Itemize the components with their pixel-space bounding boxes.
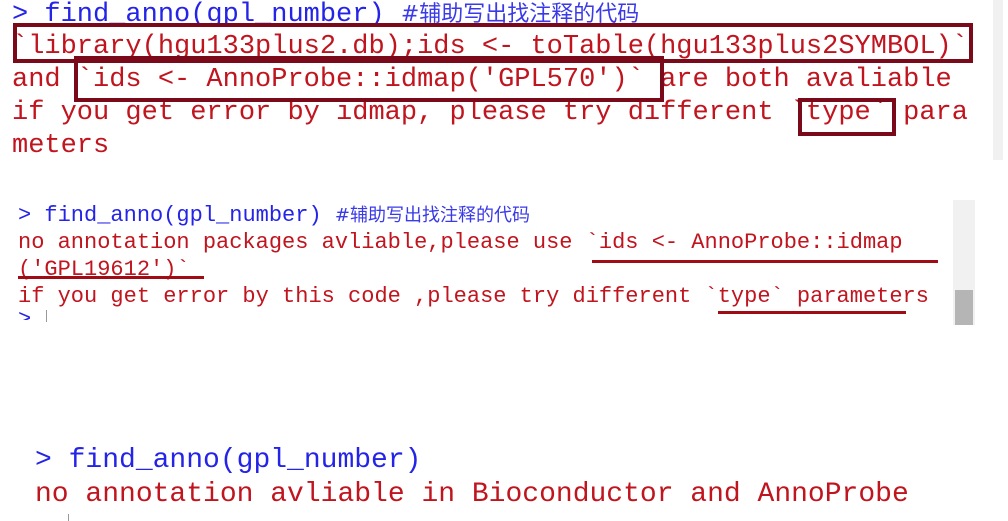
underline <box>18 276 204 279</box>
comment-text: #辅助写出找注释的代码 <box>334 205 530 226</box>
text-cursor <box>46 310 47 322</box>
underline <box>718 311 906 314</box>
command-text: find_anno(gpl_number) <box>44 203 335 228</box>
output-line: meters <box>12 131 110 161</box>
highlight-box <box>798 98 896 136</box>
text-cursor <box>68 514 69 521</box>
output-line: no annotation packages avliable,please u… <box>18 230 903 255</box>
underline <box>592 260 938 263</box>
prompt-symbol: > <box>18 203 45 228</box>
prompt-symbol: > <box>18 307 32 320</box>
scrollbar[interactable] <box>993 0 1003 160</box>
command-text: find_anno(gpl_number) <box>68 445 422 476</box>
scrollbar-thumb[interactable] <box>955 290 973 325</box>
command-line: > find_anno(gpl_number) #辅助写出找注释的代码 <box>18 202 530 229</box>
command-line: > find_anno(gpl_number) <box>35 444 421 478</box>
output-line: no annotation avliable in Bioconductor a… <box>35 479 909 510</box>
prompt-symbol: > <box>35 445 69 476</box>
highlight-box <box>74 56 664 102</box>
output-line: if you get error by this code ,please tr… <box>18 284 929 309</box>
